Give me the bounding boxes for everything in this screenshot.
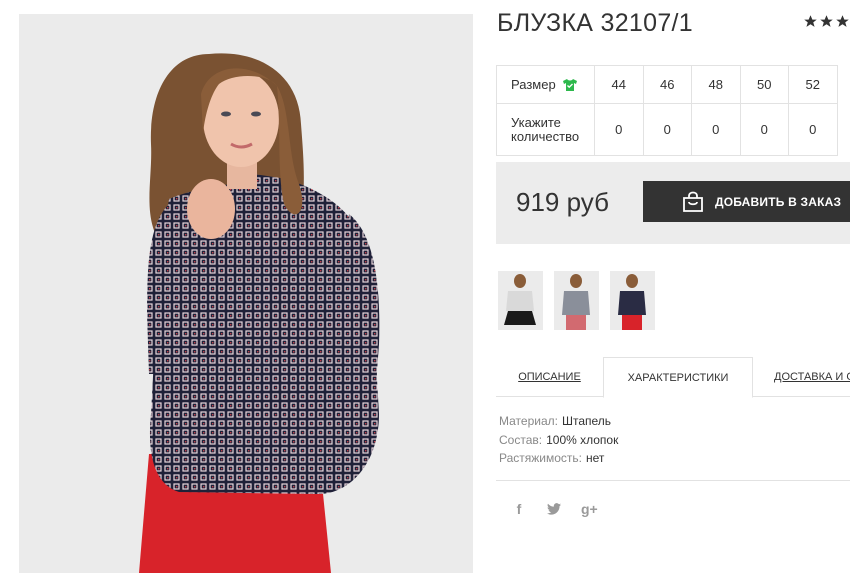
star-icon: [836, 15, 849, 27]
rating: [803, 14, 850, 29]
facebook-icon[interactable]: f: [511, 501, 527, 517]
size-option[interactable]: 44: [594, 65, 644, 104]
thumbnail-1[interactable]: [498, 271, 543, 330]
thumbnail-2[interactable]: [554, 271, 599, 330]
characteristic-row: Состав: 100% хлопок: [499, 431, 618, 450]
characteristics-list: Материал: Штапель Состав: 100% хлопок Раст…: [499, 412, 618, 468]
tab-delivery[interactable]: ДОСТАВКА И О: [774, 357, 850, 397]
quantity-field[interactable]: 0: [739, 103, 789, 156]
quantity-field[interactable]: 0: [691, 103, 741, 156]
quantity-row: Укажите количество 0 0 0 0 0: [496, 103, 838, 156]
twitter-icon[interactable]: [547, 503, 561, 515]
size-table: Размер 44 46 48 50 52 Укажите количество…: [496, 65, 838, 156]
size-option[interactable]: 52: [788, 65, 838, 104]
thumbnail-gallery: [498, 271, 655, 330]
star-icon: [804, 15, 817, 27]
size-label-cell: Размер: [496, 65, 595, 104]
thumbnail-3[interactable]: [610, 271, 655, 330]
model-photo-illustration: [19, 14, 473, 573]
tab-description-label: ОПИСАНИЕ: [518, 371, 581, 383]
characteristic-key: Материал:: [499, 414, 558, 428]
size-label: Размер: [511, 77, 556, 92]
characteristic-row: Материал: Штапель: [499, 412, 618, 431]
add-to-order-label: ДОБАВИТЬ В ЗАКАЗ: [715, 194, 842, 209]
characteristic-value: Штапель: [561, 414, 612, 428]
quantity-field[interactable]: 0: [594, 103, 644, 156]
quantity-label-line1: Укажите: [511, 114, 561, 130]
google-plus-icon[interactable]: g+: [581, 501, 598, 517]
size-row: Размер 44 46 48 50 52: [496, 65, 838, 104]
quantity-field[interactable]: 0: [642, 103, 692, 156]
tshirt-icon[interactable]: [562, 78, 578, 92]
star-icon: [820, 15, 833, 27]
divider: [496, 480, 850, 481]
main-product-image[interactable]: [19, 14, 473, 573]
product-price: 919 руб: [516, 187, 609, 217]
characteristic-value: нет: [586, 451, 605, 465]
product-tabs: ОПИСАНИЕ ХАРАКТЕРИСТИКИ ДОСТАВКА И О: [496, 357, 850, 398]
quantity-field[interactable]: 0: [788, 103, 838, 156]
product-title: БЛУЗКА 32107/1: [497, 9, 693, 37]
characteristic-row: Растяжимость: нет: [499, 449, 618, 468]
tab-delivery-label: ДОСТАВКА И О: [774, 371, 850, 383]
characteristic-key: Состав:: [499, 432, 543, 447]
quantity-label-cell: Укажите количество: [496, 103, 595, 156]
tab-description[interactable]: ОПИСАНИЕ: [496, 357, 603, 397]
size-option[interactable]: 50: [739, 65, 789, 104]
characteristic-key: Растяжимость:: [499, 451, 583, 465]
quantity-label-line2: количество: [511, 128, 580, 144]
social-share: f g+: [511, 501, 598, 517]
tab-characteristics-label: ХАРАКТЕРИСТИКИ: [627, 371, 729, 384]
shopping-bag-icon: [683, 191, 703, 212]
add-to-order-button[interactable]: ДОБАВИТЬ В ЗАКАЗ: [643, 181, 850, 222]
characteristic-value: 100% хлопок: [546, 432, 619, 447]
price-panel: 919 руб ДОБАВИТЬ В ЗАКАЗ: [496, 162, 850, 244]
size-option[interactable]: 46: [642, 65, 692, 104]
size-option[interactable]: 48: [691, 65, 741, 104]
tab-characteristics[interactable]: ХАРАКТЕРИСТИКИ: [603, 357, 753, 398]
